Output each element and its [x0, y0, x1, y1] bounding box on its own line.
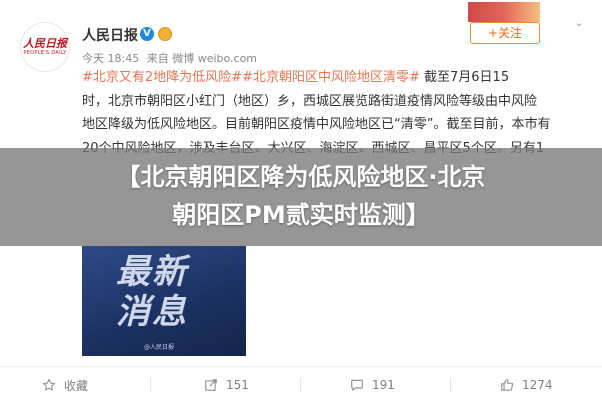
thumbs-up-icon: [501, 379, 514, 391]
avatar-logo-text: 人民日报: [23, 36, 67, 50]
verified-v-icon: V: [140, 27, 154, 41]
avatar-logo-subtext: PEOPLE'S DAILY: [23, 49, 67, 56]
image-big-text-1: 最新: [116, 252, 188, 292]
hashtag-link[interactable]: #北京朝阳区中风险地区清零#: [242, 70, 420, 85]
action-separator: [150, 378, 151, 392]
favorite-button[interactable]: 收藏: [42, 374, 88, 396]
decorative-flag-banner: [468, 2, 540, 22]
headline-line-2: 朝阳区PM贰⁠实时监测】: [172, 201, 430, 229]
image-big-text: 最新 消息: [116, 252, 216, 332]
medal-icon: [158, 27, 172, 41]
share-count: 151: [226, 378, 249, 392]
favorite-label: 收藏: [64, 378, 89, 393]
post-meta: 今天 18:45 来自 微博 weibo.com: [82, 50, 261, 66]
star-icon: [42, 378, 56, 391]
comment-button[interactable]: 191: [350, 374, 395, 396]
hashtag-link[interactable]: #北京又有2地降为低风险#: [82, 70, 242, 85]
author-name[interactable]: 人民日报: [82, 25, 138, 45]
weibo-post-card: 人民日报 PEOPLE'S DAILY 人民日报 V 今天 18:45 来自 微…: [0, 0, 602, 400]
post-time[interactable]: 今天 18:45: [82, 52, 139, 65]
like-button[interactable]: 1274: [500, 374, 553, 396]
follow-button[interactable]: +关注: [470, 22, 540, 44]
action-separator: [450, 378, 451, 392]
image-big-text-2: 消息: [116, 292, 188, 332]
headline-line-1: 【北京朝阳区降为低风险地区·北京: [116, 163, 486, 191]
headline-overlay-text: 【北京朝阳区降为低风险地区·北京 朝阳区PM贰⁠实时监测】: [0, 158, 602, 234]
post-text-line-3: 地区降级为低风险地区。目前朝阳区疫情中风险地区已“清零”。截至目前，本市有: [82, 117, 551, 132]
like-count: 1274: [522, 378, 553, 392]
post-text-line1-tail: 截至7月6日15: [424, 70, 510, 85]
comment-count: 191: [372, 378, 395, 392]
footer-divider: [0, 366, 602, 367]
share-icon: [205, 379, 217, 391]
post-source[interactable]: 来自 微博 weibo.com: [147, 52, 257, 65]
author-avatar[interactable]: 人民日报 PEOPLE'S DAILY: [20, 22, 70, 72]
post-text-line-2: 时，北京市朝阳区小红门（地区）乡，西城区展览路街道疫情风险等级由中风险: [82, 93, 538, 109]
post-text: #北京又有2地降为低风险##北京朝阳区中风险地区清零# 截至7月6日15 时，北…: [82, 66, 588, 160]
post-text-line-1: #北京又有2地降为低风险##北京朝阳区中风险地区清零# 截至7月6日15: [82, 66, 588, 90]
chevron-down-icon[interactable]: ⌄: [572, 17, 586, 28]
image-watermark: @人民日报: [144, 344, 175, 351]
post-image[interactable]: 最新 消息 @人民日报: [82, 246, 246, 356]
action-separator: [300, 378, 301, 392]
comment-icon: [351, 379, 363, 391]
share-button[interactable]: 151: [204, 374, 249, 396]
